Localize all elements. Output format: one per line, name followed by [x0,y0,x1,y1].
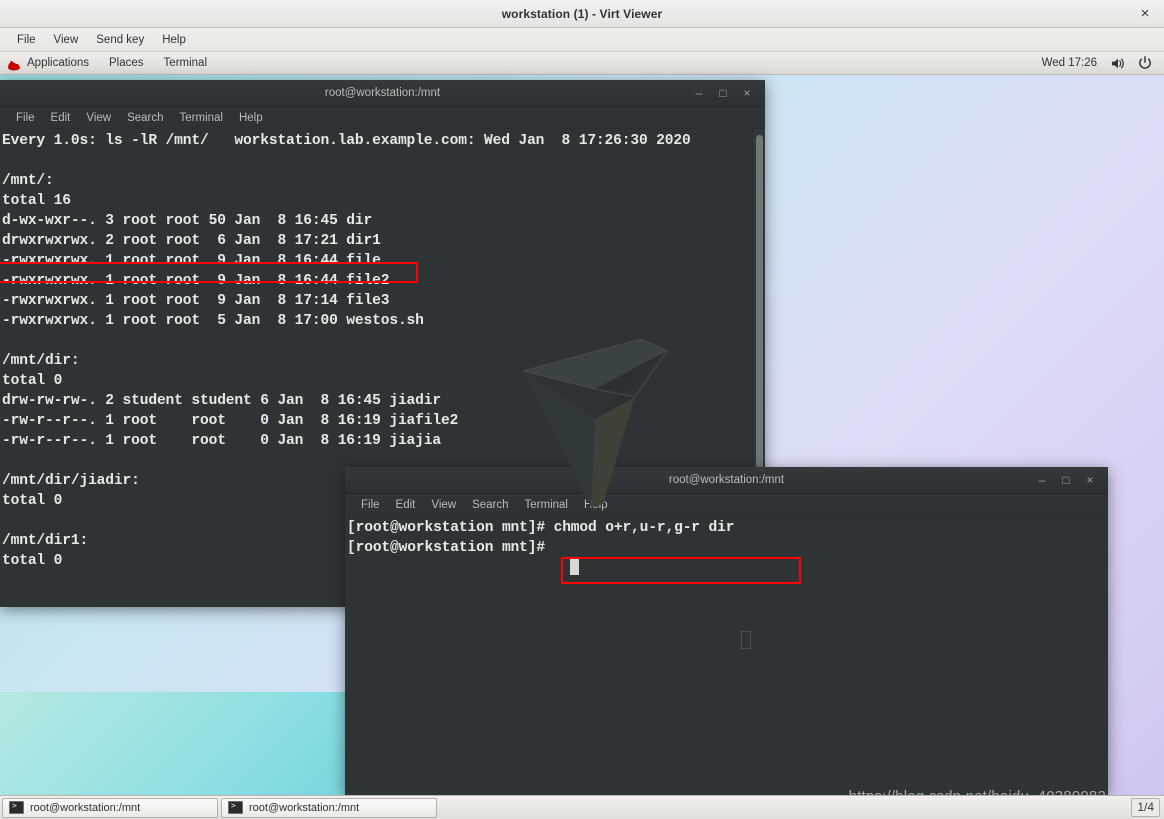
close-icon[interactable]: × [1134,4,1156,24]
screen: workstation (1) - Virt Viewer × File Vie… [0,0,1164,819]
terminal-watch-title: root@workstation:/mnt [324,87,441,99]
terminal-menu-edit[interactable]: Edit [43,111,79,125]
virt-viewer-titlebar: workstation (1) - Virt Viewer × [0,0,1164,28]
close-icon[interactable]: × [1078,469,1102,491]
menu-item-file[interactable]: File [8,32,45,48]
terminal-watch-window-controls: – □ × [687,80,759,106]
menu-item-help[interactable]: Help [153,32,195,48]
terminal-window-command[interactable]: root@workstation:/mnt – □ × File Edit Vi… [345,467,1108,795]
terminal-watch-menubar: File Edit View Search Terminal Help [0,107,765,129]
taskbar: root@workstation:/mnt root@workstation:/… [0,795,1164,819]
close-icon[interactable]: × [735,82,759,104]
maximize-icon[interactable]: □ [711,82,735,104]
taskbar-item-label: root@workstation:/mnt [30,801,141,814]
terminal-inactive-cursor [741,631,751,649]
gnome-top-panel: Applications Places Terminal Wed 17:26 [0,52,1164,75]
panel-clock[interactable]: Wed 17:26 [1034,57,1105,69]
terminal-command-window-controls: – □ × [1030,467,1102,493]
panel-terminal[interactable]: Terminal [154,52,217,74]
terminal-menu-file[interactable]: File [8,111,43,125]
panel-applications[interactable]: Applications [17,52,99,74]
terminal-watch-output: Every 1.0s: ls -lR /mnt/ workstation.lab… [2,133,691,569]
terminal-menu-help[interactable]: Help [231,111,271,125]
terminal-menu-search[interactable]: Search [119,111,171,125]
taskbar-item-terminal-2[interactable]: root@workstation:/mnt [221,797,437,818]
maximize-icon[interactable]: □ [1054,469,1078,491]
terminal-cursor [570,558,579,575]
virt-viewer-menubar: File View Send key Help [0,28,1164,52]
window-title: workstation (1) - Virt Viewer [501,6,663,21]
taskbar-item-label: root@workstation:/mnt [249,801,360,814]
terminal-command-line-2: [root@workstation mnt]# [347,540,554,556]
menu-item-send-key[interactable]: Send key [87,32,153,48]
panel-status-area: Wed 17:26 [1034,56,1164,70]
taskbar-item-terminal-1[interactable]: root@workstation:/mnt [2,797,218,818]
terminal-icon [9,801,24,814]
terminal-menu-view[interactable]: View [78,111,119,125]
menu-item-view[interactable]: View [45,32,88,48]
volume-icon[interactable] [1105,57,1132,70]
power-icon[interactable] [1132,56,1158,70]
workspace-indicator[interactable]: 1/4 [1131,798,1160,817]
terminal-command-body[interactable]: [root@workstation mnt]# chmod o+r,u-r,g-… [345,516,1108,795]
redhat-logo-icon [6,58,21,70]
minimize-icon[interactable]: – [687,82,711,104]
terminal-command-line-1: [root@workstation mnt]# chmod o+r,u-r,g-… [347,520,735,536]
panel-places[interactable]: Places [99,52,154,74]
terminal-icon [228,801,243,814]
terminal-menu-terminal[interactable]: Terminal [172,111,231,125]
terminal-watch-titlebar[interactable]: root@workstation:/mnt – □ × [0,80,765,107]
minimize-icon[interactable]: – [1030,469,1054,491]
